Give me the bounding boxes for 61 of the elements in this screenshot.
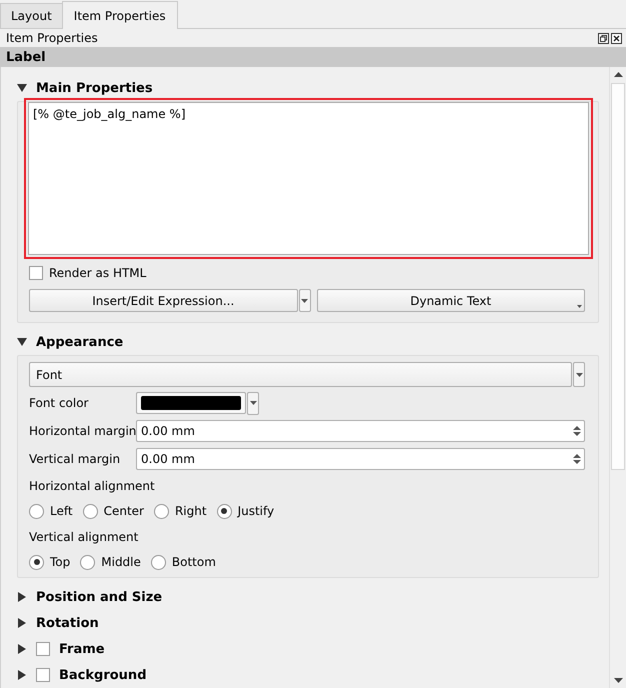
checkbox-label: Render as HTML [49, 266, 146, 280]
radio-label: Middle [101, 555, 141, 569]
radio-button[interactable] [80, 554, 96, 570]
radio-label: Bottom [172, 555, 216, 569]
dynamic-text-button[interactable]: Dynamic Text [316, 289, 585, 312]
color-button[interactable] [136, 392, 246, 414]
radio-button[interactable] [154, 504, 169, 518]
dropdown-button[interactable] [573, 362, 585, 387]
font-button[interactable]: Font [29, 362, 572, 387]
tab[interactable]: Layout [0, 3, 63, 28]
radio-button[interactable] [216, 504, 232, 518]
scroll-down-icon[interactable] [614, 678, 622, 683]
field-label: Font color [29, 396, 90, 410]
expand-arrow-icon[interactable] [17, 592, 27, 602]
section-title[interactable]: Rotation [36, 616, 99, 630]
radio-button[interactable] [82, 504, 98, 518]
radio-label: Center [104, 504, 144, 518]
margin-spin-field[interactable]: 0.00 mm [136, 448, 585, 470]
caret-icon [577, 305, 582, 308]
checkbox[interactable] [36, 668, 50, 682]
insert-expression-button[interactable]: Insert/Edit Expression... [29, 289, 298, 312]
spin-arrows-icon[interactable] [573, 425, 581, 437]
radio-label: Right [174, 504, 207, 518]
radio-button[interactable] [29, 554, 44, 570]
field-label: Vertical margin [29, 452, 122, 466]
radio-label: Left [50, 504, 73, 518]
caret-icon [576, 372, 582, 376]
item-type-header: Label [0, 47, 626, 67]
expand-arrow-icon[interactable] [17, 670, 27, 680]
section-title[interactable]: Background [59, 668, 146, 682]
field-label: Horizontal alignment [29, 478, 156, 495]
radio-button[interactable] [29, 504, 44, 518]
checkbox[interactable] [36, 642, 50, 656]
panel-title: Item Properties [6, 31, 98, 45]
section-title[interactable]: Main Properties [36, 80, 153, 96]
caret-icon [301, 298, 308, 302]
section-title[interactable]: Position and Size [36, 590, 162, 604]
dropdown-button[interactable] [247, 392, 259, 414]
spin-arrows-icon[interactable] [573, 453, 581, 465]
collapse-arrow-icon[interactable] [17, 337, 27, 347]
radio-label: Justify [238, 504, 274, 518]
caret-icon [250, 401, 256, 405]
close-icon[interactable] [611, 32, 622, 44]
collapse-arrow-icon[interactable] [17, 83, 27, 93]
margin-spin-field[interactable]: 0.00 mm [136, 420, 585, 442]
field-label: Horizontal margin [29, 424, 136, 438]
section-title[interactable]: Frame [59, 642, 105, 656]
scrollbar[interactable] [609, 67, 626, 688]
field-label: Vertical alignment [29, 529, 140, 546]
expand-arrow-icon[interactable] [17, 618, 27, 628]
radio-button[interactable] [150, 554, 166, 570]
tab[interactable]: Item Properties [62, 1, 178, 29]
radio-label: Top [50, 555, 70, 569]
dropdown-button[interactable] [298, 289, 310, 312]
label-text-field[interactable]: [% @te_job_alg_name %] [28, 102, 589, 255]
scroll-up-icon[interactable] [614, 72, 622, 77]
section-title[interactable]: Appearance [36, 334, 124, 350]
scrollbar-thumb[interactable] [611, 83, 625, 470]
checkbox[interactable] [29, 266, 43, 280]
expand-arrow-icon[interactable] [17, 644, 27, 654]
float-icon[interactable] [598, 32, 609, 44]
